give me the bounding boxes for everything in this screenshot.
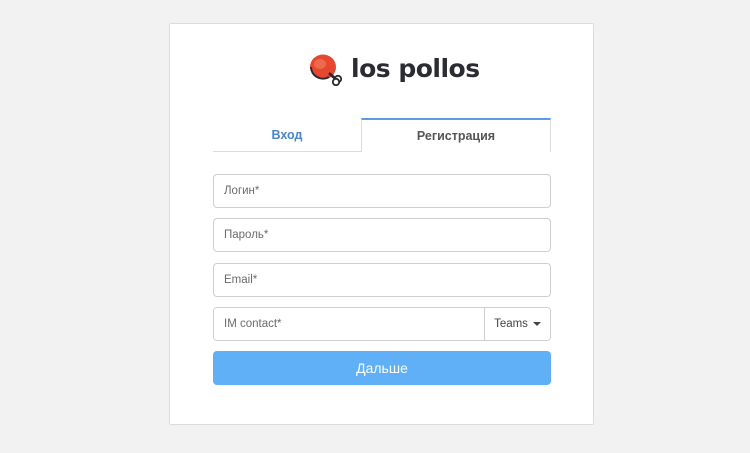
password-input[interactable] xyxy=(213,218,551,252)
tab-register[interactable]: Регистрация xyxy=(361,118,551,152)
auth-tabs: Вход Регистрация xyxy=(213,118,551,152)
im-type-dropdown[interactable]: Teams xyxy=(484,308,550,340)
im-contact-input[interactable] xyxy=(214,308,484,340)
im-type-label: Teams xyxy=(494,318,528,330)
tab-login[interactable]: Вход xyxy=(213,118,361,152)
logo: los pollos xyxy=(307,52,480,86)
email-input[interactable] xyxy=(213,263,551,297)
caret-down-icon xyxy=(532,322,541,326)
logo-text: los pollos xyxy=(351,54,480,83)
login-input[interactable] xyxy=(213,174,551,208)
registration-card: los pollos Вход Регистрация Teams Дальше xyxy=(169,23,594,425)
chicken-leg-icon xyxy=(310,54,343,86)
next-button[interactable]: Дальше xyxy=(213,351,551,385)
im-contact-group: Teams xyxy=(213,307,551,341)
